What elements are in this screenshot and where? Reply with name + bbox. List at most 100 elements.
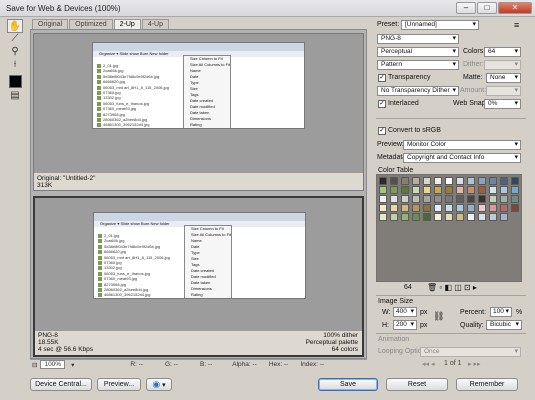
color-swatch[interactable] [467,177,475,185]
reset-button[interactable]: Reset [386,378,448,391]
preset-select[interactable]: [Unnamed] [401,20,479,30]
eyedropper-color-swatch[interactable] [9,75,22,88]
color-table-tools[interactable]: 🗑 ▫ ◧ ◫ ⊡ ▸ [427,283,477,292]
hand-tool-icon[interactable]: ✋ [7,19,23,33]
eyedropper-tool-icon[interactable]: ⟊ [7,58,23,72]
original-pane[interactable]: Organize ▾ Slide show Burn New folder 2_0… [33,33,364,191]
toggle-slices-icon[interactable]: ▤ [7,89,23,103]
convert-srgb-checkbox[interactable]: ✓ [378,127,386,135]
color-swatch[interactable] [434,195,442,203]
maximize-button[interactable]: □ [477,2,497,14]
color-swatch[interactable] [423,204,431,212]
height-field[interactable]: 200 [393,320,417,330]
constrain-proportions-icon[interactable]: ⛓ [433,311,444,322]
format-select[interactable]: PNG-8 [377,34,459,44]
tab-optimized[interactable]: Optimized [69,19,113,29]
color-swatch[interactable] [412,213,420,221]
color-swatch[interactable] [478,177,486,185]
color-swatch[interactable] [423,195,431,203]
color-swatch[interactable] [445,213,453,221]
color-swatch[interactable] [489,213,497,221]
color-swatch[interactable] [423,186,431,194]
matte-select[interactable]: None [486,73,521,83]
color-swatch[interactable] [434,177,442,185]
color-swatch[interactable] [456,177,464,185]
zoom-level-select[interactable]: 100% [40,360,66,369]
interlaced-checkbox[interactable]: ✓ [378,100,386,108]
color-swatch[interactable] [478,186,486,194]
color-swatch[interactable] [500,186,508,194]
color-swatch[interactable] [445,186,453,194]
color-swatch[interactable] [467,213,475,221]
color-swatch[interactable] [456,213,464,221]
close-button[interactable]: ✕ [498,2,532,14]
color-swatch[interactable] [423,213,431,221]
width-field[interactable]: 400 [393,307,417,317]
web-snap-select[interactable]: 0% [484,99,521,109]
color-swatch[interactable] [401,186,409,194]
color-swatch[interactable] [478,195,486,203]
color-swatch[interactable] [379,204,387,212]
quality-select[interactable]: Bicubic [486,320,522,330]
zoom-dropdown-icon[interactable]: ▾ [71,361,74,369]
color-swatch[interactable] [489,195,497,203]
color-swatch[interactable] [379,195,387,203]
color-table[interactable] [376,174,522,282]
color-swatch[interactable] [467,195,475,203]
color-swatch[interactable] [412,186,420,194]
percent-field[interactable]: 100 [490,307,512,317]
color-swatch[interactable] [390,195,398,203]
dither-amount-field[interactable] [484,60,521,70]
color-swatch[interactable] [379,213,387,221]
color-reduction-select[interactable]: Perceptual [377,47,459,57]
color-swatch[interactable] [478,213,486,221]
transparency-checkbox[interactable]: ✓ [378,74,386,82]
color-swatch[interactable] [445,204,453,212]
color-swatch[interactable] [379,177,387,185]
color-swatch[interactable] [423,177,431,185]
color-swatch[interactable] [412,204,420,212]
color-swatch[interactable] [500,177,508,185]
color-swatch[interactable] [445,177,453,185]
zoom-out-button[interactable]: ⊟ [32,361,37,369]
device-central-button[interactable]: Device Central... [30,378,92,391]
color-swatch[interactable] [434,213,442,221]
color-swatch[interactable] [401,195,409,203]
color-swatch[interactable] [511,195,519,203]
tab-original[interactable]: Original [32,19,69,29]
color-swatch[interactable] [511,177,519,185]
color-swatch[interactable] [478,204,486,212]
color-swatch[interactable] [401,204,409,212]
save-button[interactable]: Save [318,378,378,391]
browser-preview-button[interactable]: ◉ ▾ [146,378,172,391]
metadata-select[interactable]: Copyright and Contact Info [403,153,521,163]
slice-select-tool-icon[interactable]: ⟋ [7,32,23,46]
amount-field[interactable] [486,86,521,96]
color-swatch[interactable] [467,186,475,194]
colors-select[interactable]: 64 [484,47,521,57]
optimized-pane[interactable]: Organize ▾ Slide show Burn New folder 2_0… [33,196,364,357]
preview-button[interactable]: Preview... [97,378,141,391]
color-swatch[interactable] [412,177,420,185]
color-swatch[interactable] [379,186,387,194]
minimize-button[interactable]: – [456,2,476,14]
color-swatch[interactable] [500,195,508,203]
color-swatch[interactable] [500,213,508,221]
color-swatch[interactable] [390,186,398,194]
color-swatch[interactable] [511,204,519,212]
tab-4-up[interactable]: 4-Up [141,19,170,29]
transparency-dither-select[interactable]: No Transparency Dither [377,86,459,96]
next-frame-button[interactable]: ▸ ▸▸ [468,360,481,368]
color-swatch[interactable] [401,213,409,221]
color-swatch[interactable] [489,204,497,212]
color-swatch[interactable] [456,186,464,194]
color-swatch[interactable] [390,177,398,185]
first-frame-button[interactable]: ◂◂ ◂ [422,360,435,368]
remember-button[interactable]: Remember [456,378,518,391]
color-swatch[interactable] [500,204,508,212]
preview-select[interactable]: Monitor Color [403,140,521,150]
color-swatch[interactable] [434,186,442,194]
color-swatch[interactable] [434,204,442,212]
color-swatch[interactable] [412,195,420,203]
color-swatch[interactable] [489,177,497,185]
